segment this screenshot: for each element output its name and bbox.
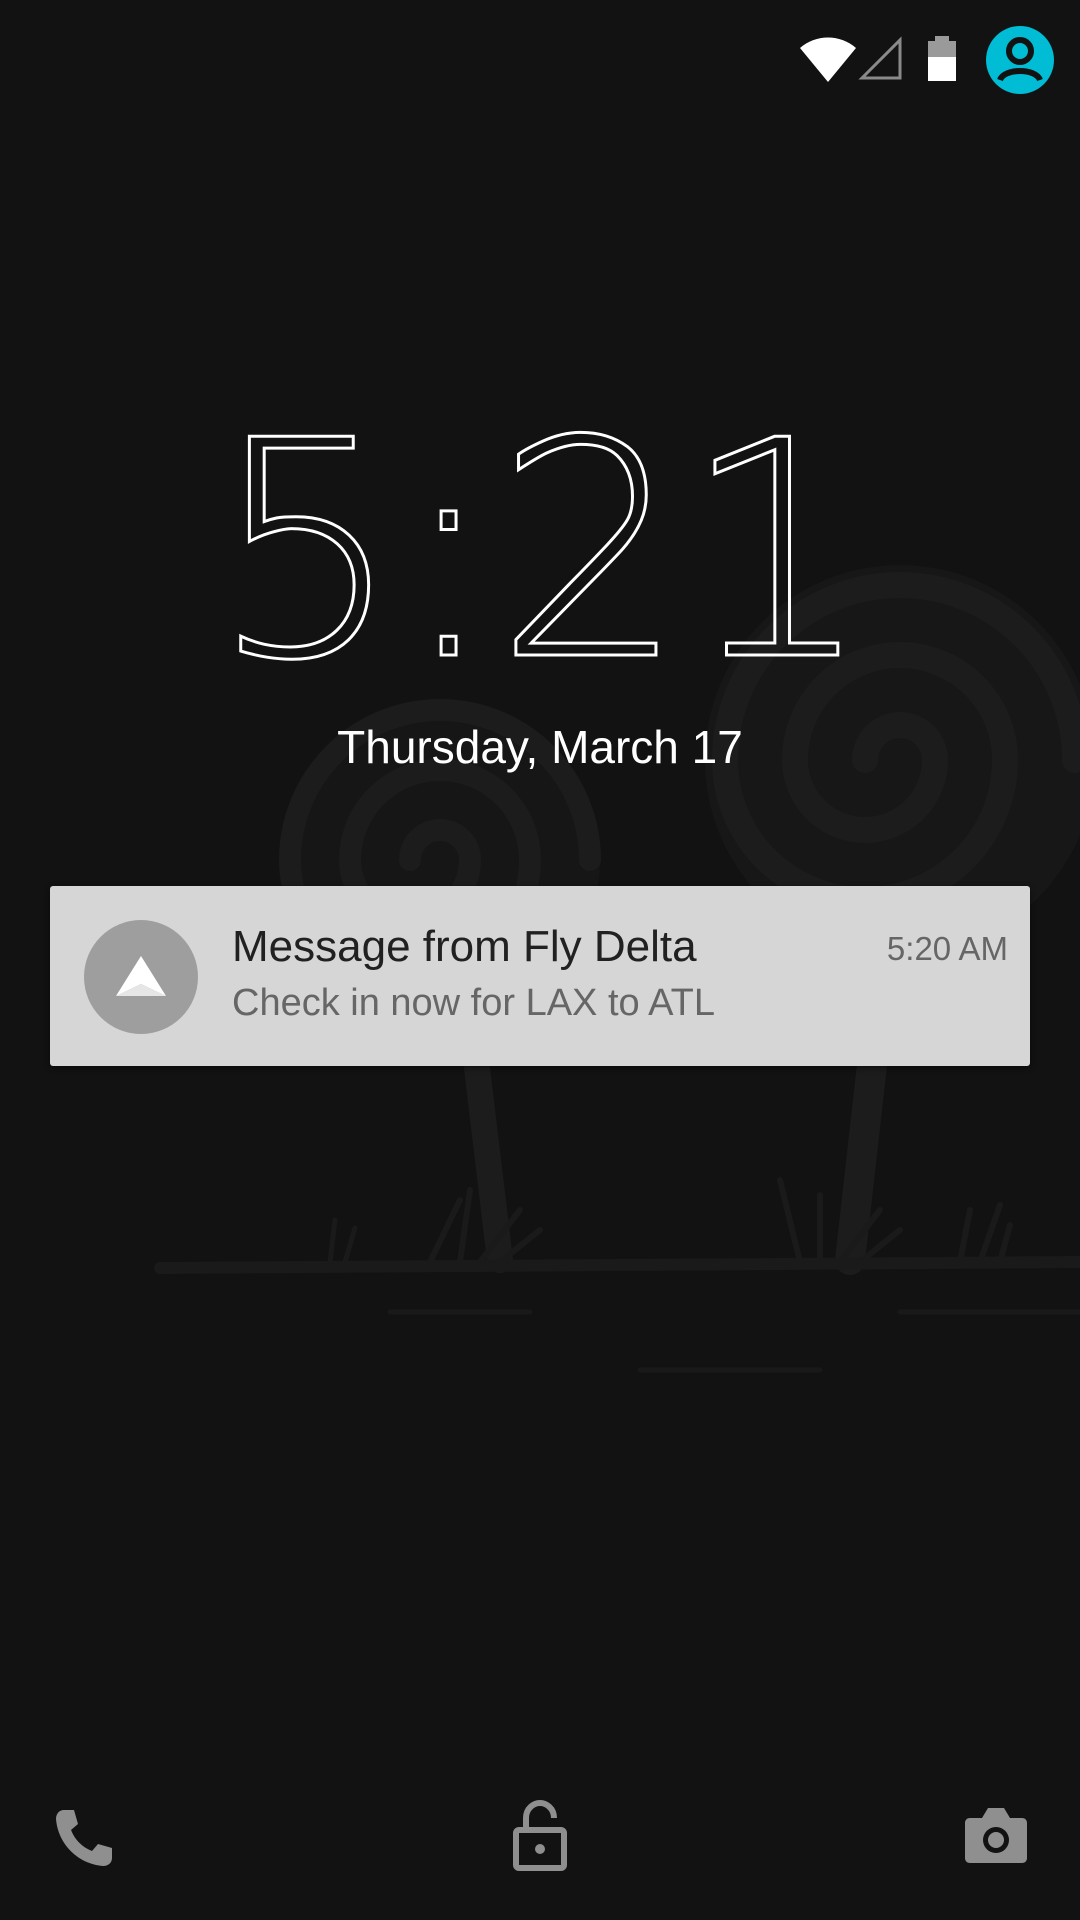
cellular-signal-icon: [858, 36, 902, 80]
notification-title: Message from Fly Delta: [232, 922, 697, 971]
camera-icon[interactable]: [964, 1804, 1028, 1864]
lockscreen-clock: 5:21: [0, 376, 1080, 747]
clock-outline: 5:21: [210, 376, 875, 728]
battery-icon: [928, 36, 956, 81]
lockscreen-date: Thursday, March 17: [337, 721, 743, 773]
lock-screen: 5:21 Thursday, March 17 Message from Fly…: [0, 0, 1080, 1920]
wifi-icon: [800, 37, 856, 82]
phone-icon[interactable]: [52, 1806, 116, 1870]
notification-time: 5:20 AM: [886, 930, 1008, 967]
notification-text: Check in now for LAX to ATL: [232, 982, 715, 1024]
lock-icon[interactable]: [512, 1800, 568, 1872]
clock-time: 5:21: [211, 400, 869, 700]
notification-app-icon: [84, 920, 198, 1034]
status-bar: [0, 0, 1080, 120]
notification-card[interactable]: Message from Fly Delta Check in now for …: [50, 886, 1030, 1066]
delta-logo-icon: [116, 956, 166, 996]
user-account-icon[interactable]: [984, 24, 1056, 96]
